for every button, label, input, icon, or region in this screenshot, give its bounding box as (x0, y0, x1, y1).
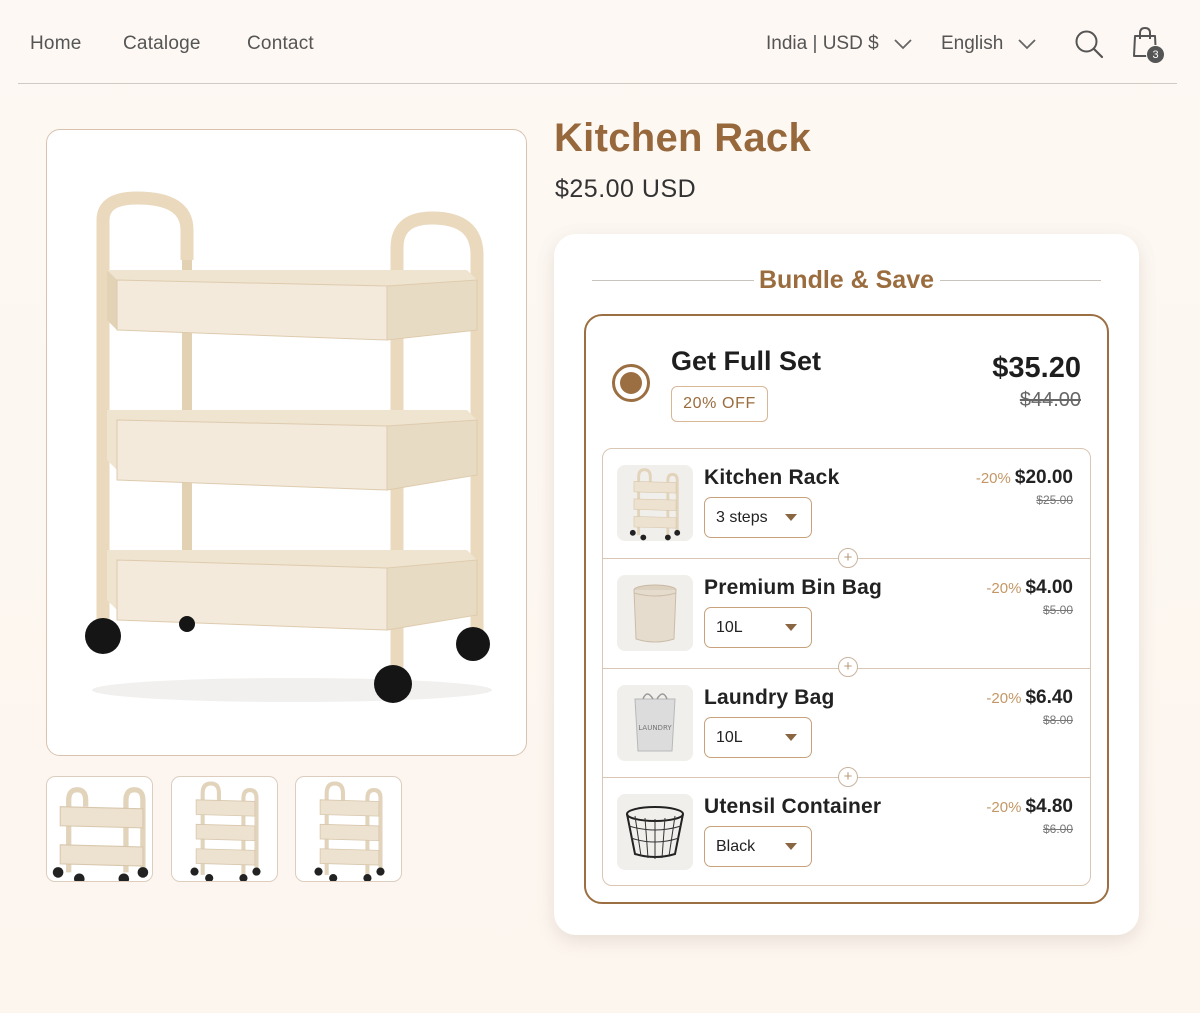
main-product-image[interactable] (46, 129, 527, 756)
kitchen-rack-thumbnail (617, 465, 693, 541)
item-thumbnail (617, 575, 693, 651)
rack-shelf-middle (107, 410, 478, 491)
bundle-item-laundry-bag: LAUNDRY Laundry Bag 10L -20% $6.40 $8.00 (603, 668, 1090, 777)
chevron-down-icon (1018, 39, 1036, 50)
caret-down-icon (785, 514, 797, 521)
item-discount: -20% (986, 690, 1022, 707)
chevron-down-icon (894, 39, 912, 50)
nav-home-link[interactable]: Home (30, 33, 81, 55)
bundle-item-utensil-container: Utensil Container Black -20% $4.80 $6.00 (603, 777, 1090, 886)
kitchen-rack-image (85, 191, 492, 703)
nav-catalog-link[interactable]: Cataloge (123, 33, 201, 55)
rack-shelf-bottom (107, 550, 478, 631)
item-price-line: -20% $4.80 (986, 796, 1073, 818)
four-tier-rack-thumbnail (296, 777, 402, 882)
bundle-save-card: Bundle & Save Get Full Set 20% OFF $35.2… (554, 234, 1139, 935)
plus-icon: + (838, 767, 858, 787)
item-price: $20.00 (1014, 467, 1073, 488)
item-compare-price: $5.00 (1042, 603, 1073, 617)
bin-bag-thumbnail (633, 584, 677, 643)
item-thumbnail: LAUNDRY (617, 685, 693, 761)
bundle-item-premium-bin-bag: Premium Bin Bag 10L -20% $4.00 $5.00 (603, 558, 1090, 667)
item-price-line: -20% $6.40 (986, 687, 1073, 709)
variant-select[interactable]: 10L (704, 717, 812, 758)
product-thumbnail-2[interactable] (171, 776, 278, 882)
country-currency-selector[interactable]: India | USD $ (766, 33, 913, 55)
full-set-offer[interactable]: Get Full Set 20% OFF $35.20 $44.00 Kitch… (584, 314, 1109, 904)
product-price: $25.00 USD (555, 175, 697, 203)
nav-contact-link[interactable]: Contact (247, 33, 314, 55)
item-compare-price: $25.00 (1036, 493, 1073, 507)
item-price: $4.80 (1025, 796, 1073, 817)
caret-down-icon (785, 624, 797, 631)
country-currency-label: India | USD $ (766, 33, 879, 54)
two-tier-rack-thumbnail (47, 777, 153, 882)
item-name: Utensil Container (704, 795, 882, 818)
caret-down-icon (785, 734, 797, 741)
wire-basket-thumbnail (626, 806, 684, 859)
rack-shelf-top (107, 270, 478, 341)
offer-price: $35.20 (992, 352, 1081, 384)
item-price-line: -20% $4.00 (986, 577, 1073, 599)
search-icon[interactable] (1074, 29, 1104, 59)
product-title: Kitchen Rack (554, 116, 812, 160)
item-discount: -20% (986, 580, 1022, 597)
item-name: Kitchen Rack (704, 466, 840, 489)
product-thumbnail-3[interactable] (295, 776, 402, 882)
language-label: English (941, 33, 1004, 54)
bundle-item-kitchen-rack: Kitchen Rack 3 steps -20% $20.00 $25.00 (603, 449, 1090, 558)
item-discount: -20% (986, 799, 1022, 816)
item-compare-price: $6.00 (1042, 822, 1073, 836)
item-name: Premium Bin Bag (704, 576, 883, 599)
item-thumbnail (617, 794, 693, 870)
product-thumbnail-1[interactable] (46, 776, 153, 882)
item-discount: -20% (975, 470, 1011, 487)
plus-icon: + (838, 548, 858, 568)
offer-compare-price: $44.00 (1019, 389, 1081, 411)
language-selector[interactable]: English (941, 33, 1037, 55)
bundle-heading: Bundle & Save (758, 266, 935, 294)
item-price: $4.00 (1025, 577, 1073, 598)
laundry-bag-thumbnail: LAUNDRY (634, 693, 676, 752)
discount-badge: 20% OFF (671, 386, 768, 422)
variant-select[interactable]: Black (704, 826, 812, 867)
variant-selected-value: 10L (716, 728, 743, 746)
offer-title: Get Full Set (671, 346, 822, 376)
variant-select[interactable]: 3 steps (704, 497, 812, 538)
plus-icon: + (838, 657, 858, 677)
cart-count-badge: 3 (1146, 45, 1165, 64)
bundle-items-list: Kitchen Rack 3 steps -20% $20.00 $25.00 (602, 448, 1091, 886)
item-price: $6.40 (1025, 687, 1073, 708)
caret-down-icon (785, 843, 797, 850)
offer-radio-selected[interactable] (612, 364, 650, 402)
item-compare-price: $8.00 (1042, 713, 1073, 727)
item-price-line: -20% $20.00 (976, 467, 1073, 489)
item-thumbnail (617, 465, 693, 541)
variant-selected-value: Black (716, 837, 756, 855)
top-navigation: Home Cataloge Contact India | USD $ Engl… (18, 0, 1177, 84)
variant-selected-value: 10L (716, 618, 743, 636)
item-name: Laundry Bag (704, 686, 835, 709)
laundry-print: LAUNDRY (638, 724, 672, 732)
three-tier-rack-thumbnail (172, 777, 278, 882)
variant-select[interactable]: 10L (704, 607, 812, 648)
variant-selected-value: 3 steps (716, 508, 768, 526)
